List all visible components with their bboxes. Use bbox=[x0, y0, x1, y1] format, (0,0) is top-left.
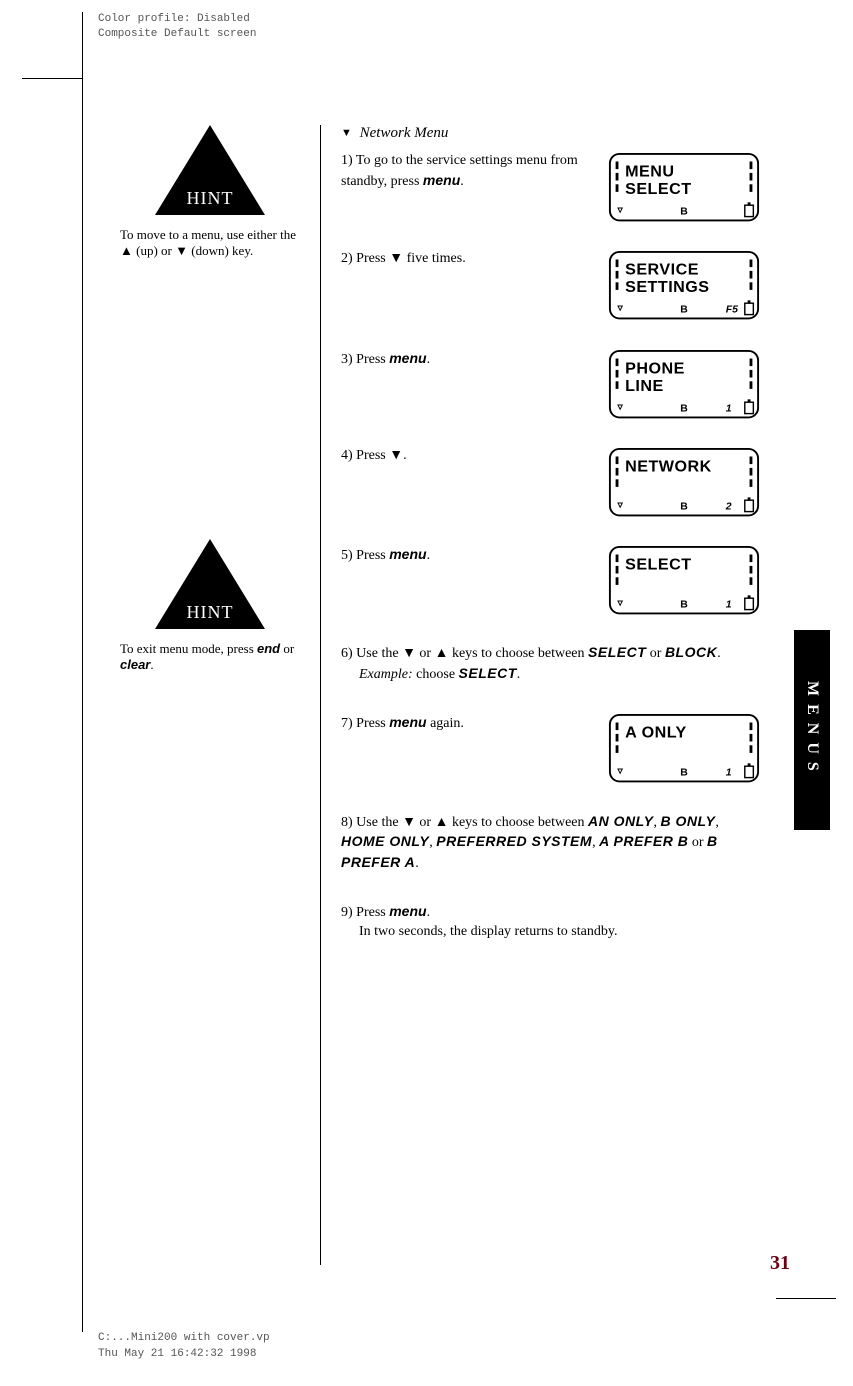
print-meta-line: C:...Mini200 with cover.vp bbox=[98, 1331, 270, 1346]
hint-text: To move to a menu, use either the ▲ (up)… bbox=[120, 227, 300, 259]
keyword: menu bbox=[389, 903, 426, 919]
keyword: BLOCK bbox=[665, 644, 717, 660]
keyword: menu bbox=[389, 714, 426, 730]
step-text: 7) Press menu again. bbox=[341, 713, 594, 734]
crop-mark bbox=[22, 78, 82, 79]
svg-text:▿: ▿ bbox=[617, 500, 624, 511]
step-text: 9) Press menu.In two seconds, the displa… bbox=[341, 902, 760, 942]
svg-text:1: 1 bbox=[726, 768, 732, 779]
hint-label: HINT bbox=[170, 188, 250, 209]
svg-text:B: B bbox=[680, 768, 688, 779]
keyword: end bbox=[257, 641, 280, 656]
keyword: menu bbox=[389, 350, 426, 366]
step-row: 9) Press menu.In two seconds, the displa… bbox=[341, 902, 760, 942]
step-text: 1) To go to the service settings menu fr… bbox=[341, 152, 594, 192]
section-title: ▼ Network Menu bbox=[341, 125, 760, 142]
svg-text:2: 2 bbox=[725, 502, 732, 513]
keyword: SELECT bbox=[459, 665, 517, 681]
section-title-text: Network Menu bbox=[360, 125, 449, 141]
section-side-tab: MENUS bbox=[794, 630, 830, 830]
print-meta-line: Thu May 21 16:42:32 1998 bbox=[98, 1347, 270, 1362]
svg-text:SETTINGS: SETTINGS bbox=[625, 278, 709, 296]
print-meta-top: Color profile: Disabled Composite Defaul… bbox=[98, 12, 256, 43]
down-triangle-icon: ▼ bbox=[341, 127, 352, 139]
step-row: 6) Use the ▼ or ▲ keys to choose between… bbox=[341, 643, 760, 685]
keyword: clear bbox=[120, 657, 150, 672]
print-meta-line: Composite Default screen bbox=[98, 27, 256, 42]
lcd-screen: ▿ MENUSELECT B bbox=[608, 152, 760, 222]
hint-label: HINT bbox=[170, 602, 250, 623]
svg-text:B: B bbox=[680, 305, 688, 316]
step-row: 2) Press ▼ five times. ▿ SERVICESETTINGS B F… bbox=[341, 250, 760, 320]
crop-mark bbox=[82, 12, 83, 1332]
svg-text:MENU: MENU bbox=[625, 163, 674, 181]
page-number: 31 bbox=[770, 1252, 790, 1275]
column-divider bbox=[320, 125, 321, 1265]
lcd-screen: ▿ NETWORK B 2 bbox=[608, 447, 760, 517]
step-text: 5) Press menu. bbox=[341, 545, 594, 566]
side-tab-label: MENUS bbox=[803, 681, 821, 779]
lcd-screen: ▿ PHONELINE B 1 bbox=[608, 349, 760, 419]
hint-block: HINT To move to a menu, use either the ▲… bbox=[120, 125, 300, 259]
svg-text:▿: ▿ bbox=[617, 205, 624, 216]
lcd-screen: ▿ A ONLY B 1 bbox=[608, 713, 760, 783]
svg-text:▿: ▿ bbox=[617, 401, 624, 412]
step-text: 2) Press ▼ five times. bbox=[341, 250, 594, 269]
print-meta-line: Color profile: Disabled bbox=[98, 12, 256, 27]
svg-text:B: B bbox=[680, 600, 688, 611]
hint-triangle-icon: HINT bbox=[155, 125, 265, 215]
svg-text:▿: ▿ bbox=[617, 303, 624, 314]
step-row: 5) Press menu. ▿ SELECT B 1 bbox=[341, 545, 760, 615]
svg-text:LINE: LINE bbox=[625, 376, 664, 394]
step-row: 3) Press menu. ▿ PHONELINE B 1 bbox=[341, 349, 760, 419]
svg-text:▿: ▿ bbox=[617, 598, 624, 609]
step-text: 3) Press menu. bbox=[341, 349, 594, 370]
lcd-screen: ▿ SERVICESETTINGS B F5 bbox=[608, 250, 760, 320]
svg-text:PHONE: PHONE bbox=[625, 359, 685, 377]
page-body: HINT To move to a menu, use either the ▲… bbox=[120, 125, 760, 1305]
svg-text:F5: F5 bbox=[726, 305, 738, 316]
svg-text:SERVICE: SERVICE bbox=[625, 261, 699, 279]
keyword: menu bbox=[389, 546, 426, 562]
hint-block: HINT To exit menu mode, press end or cle… bbox=[120, 539, 300, 673]
keyword: A PREFER B bbox=[599, 833, 688, 849]
sidebar: HINT To move to a menu, use either the ▲… bbox=[120, 125, 300, 1265]
keyword: AN ONLY bbox=[588, 813, 653, 829]
svg-text:B: B bbox=[680, 207, 688, 218]
svg-text:1: 1 bbox=[726, 600, 732, 611]
svg-text:▿: ▿ bbox=[617, 766, 624, 777]
hint-triangle-icon: HINT bbox=[155, 539, 265, 629]
svg-text:SELECT: SELECT bbox=[625, 180, 691, 198]
keyword: SELECT bbox=[588, 644, 646, 660]
svg-text:B: B bbox=[680, 403, 688, 414]
step-text: 6) Use the ▼ or ▲ keys to choose between… bbox=[341, 643, 760, 685]
keyword: HOME ONLY bbox=[341, 833, 429, 849]
lcd-screen: ▿ SELECT B 1 bbox=[608, 545, 760, 615]
step-row: 1) To go to the service settings menu fr… bbox=[341, 152, 760, 222]
step-row: 4) Press ▼. ▿ NETWORK B 2 bbox=[341, 447, 760, 517]
step-text: 8) Use the ▼ or ▲ keys to choose between… bbox=[341, 812, 760, 875]
step-row: 8) Use the ▼ or ▲ keys to choose between… bbox=[341, 812, 760, 875]
svg-text:1: 1 bbox=[726, 403, 732, 414]
svg-text:SELECT: SELECT bbox=[625, 556, 691, 574]
step-row: 7) Press menu again. ▿ A ONLY B 1 bbox=[341, 713, 760, 783]
print-meta-bottom: C:...Mini200 with cover.vp Thu May 21 16… bbox=[98, 1331, 270, 1362]
keyword: PREFERRED SYSTEM bbox=[436, 833, 592, 849]
svg-text:A ONLY: A ONLY bbox=[625, 724, 687, 742]
keyword: menu bbox=[423, 172, 460, 188]
main-content: ▼ Network Menu 1) To go to the service s… bbox=[341, 125, 760, 1265]
keyword: B ONLY bbox=[661, 813, 716, 829]
step-text: 4) Press ▼. bbox=[341, 447, 594, 466]
svg-text:B: B bbox=[680, 502, 688, 513]
hint-text: To exit menu mode, press end or clear. bbox=[120, 641, 300, 673]
svg-text:NETWORK: NETWORK bbox=[625, 458, 712, 476]
crop-mark bbox=[776, 1298, 836, 1299]
